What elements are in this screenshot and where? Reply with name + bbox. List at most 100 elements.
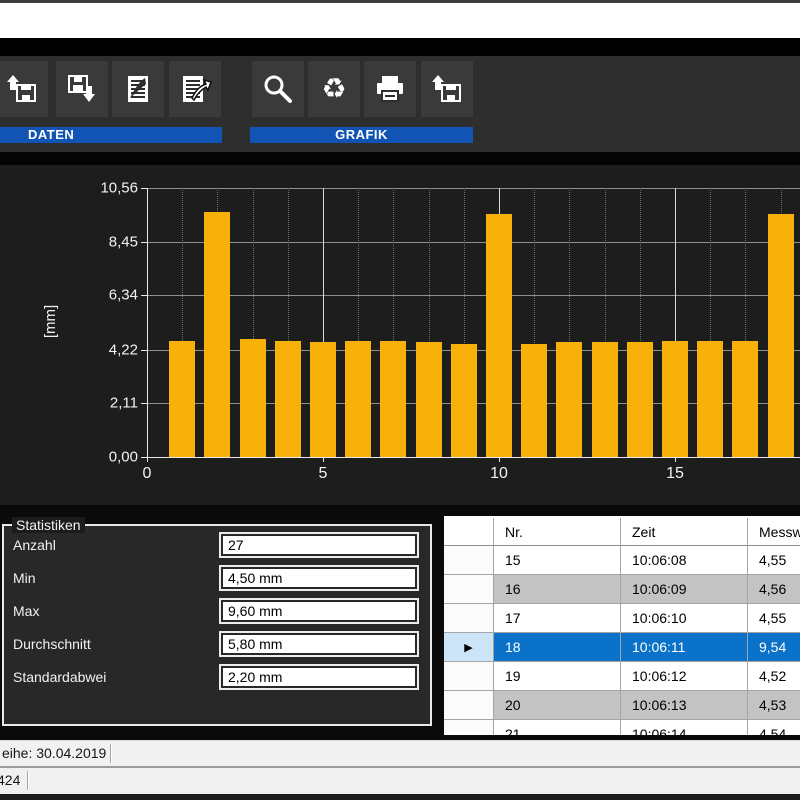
cell-nr[interactable]: 16 — [494, 575, 621, 604]
printer-icon — [373, 72, 407, 106]
table-row-17[interactable]: 1710:06:104,55 — [444, 604, 800, 633]
cell-zeit[interactable]: 10:06:12 — [621, 662, 748, 691]
column-header-nr[interactable]: Nr. — [494, 518, 621, 546]
bar-measurement-7 — [380, 341, 406, 457]
cell-messwert[interactable]: 4,55 — [748, 546, 800, 575]
cell-messwert[interactable]: 4,52 — [748, 662, 800, 691]
bar-measurement-6 — [345, 341, 371, 457]
magnifier-icon — [261, 72, 295, 106]
table-row-20[interactable]: 2010:06:134,53 — [444, 691, 800, 720]
bar-measurement-14 — [627, 342, 653, 457]
row-header-cell — [444, 575, 494, 604]
column-header-messwert[interactable]: Messwert — [748, 518, 800, 546]
stat-field-durchschnitt[interactable] — [221, 633, 417, 655]
toolbar: DATEN ♻ GRAFIK — [0, 56, 800, 152]
cell-zeit[interactable]: 10:06:14 — [621, 720, 748, 735]
cell-messwert[interactable]: 9,54 — [748, 633, 800, 662]
save-graphic-button[interactable] — [421, 61, 473, 117]
cell-zeit[interactable]: 10:06:09 — [621, 575, 748, 604]
cell-zeit[interactable]: 10:06:11 — [621, 633, 748, 662]
cell-nr[interactable]: 17 — [494, 604, 621, 633]
table-corner-cell — [444, 518, 494, 546]
cell-nr[interactable]: 20 — [494, 691, 621, 720]
y-tick-label: 0,00 — [109, 449, 138, 466]
stat-field-min[interactable] — [221, 567, 417, 589]
gridline — [147, 242, 800, 243]
stat-label-min: Min — [13, 570, 36, 586]
bar-measurement-8 — [416, 342, 442, 457]
cell-nr[interactable]: 18 — [494, 633, 621, 662]
cell-nr[interactable]: 15 — [494, 546, 621, 575]
toolbar-group-label-grafik: GRAFIK — [250, 127, 473, 143]
x-tick-label: 0 — [143, 465, 152, 483]
table-header-row: Nr.ZeitMesswert — [444, 518, 800, 546]
refresh-button[interactable]: ♻ — [308, 61, 360, 117]
x-tick-mark — [323, 457, 324, 462]
bottom-panel: Statistiken AnzahlMinMaxDurchschnittStan… — [0, 505, 800, 740]
y-tick-label: 8,45 — [109, 233, 138, 250]
bar-measurement-12 — [556, 342, 582, 457]
separator-band — [0, 152, 800, 165]
bar-measurement-11 — [521, 344, 547, 457]
window-bottom-edge — [0, 794, 800, 800]
status-bar-2: 424 — [0, 768, 800, 794]
print-button[interactable] — [364, 61, 416, 117]
cell-zeit[interactable]: 10:06:10 — [621, 604, 748, 633]
bar-measurement-9 — [451, 344, 477, 457]
x-tick-mark — [147, 457, 148, 462]
y-tick-label: 10,56 — [100, 180, 138, 197]
table-row-21[interactable]: 2110:06:144,54 — [444, 720, 800, 735]
status-separator — [27, 771, 28, 790]
y-tick-label: 6,34 — [109, 287, 138, 304]
table-row-15[interactable]: 1510:06:084,55 — [444, 546, 800, 575]
toolbar-group-label-daten: DATEN — [0, 127, 222, 143]
recycle-icon: ♻ — [321, 72, 346, 106]
cell-messwert[interactable]: 4,55 — [748, 604, 800, 633]
status-separator — [110, 744, 111, 763]
current-row-marker: ▶ — [444, 633, 494, 662]
row-header-cell — [444, 691, 494, 720]
cell-messwert[interactable]: 4,54 — [748, 720, 800, 735]
cell-nr[interactable]: 21 — [494, 720, 621, 735]
export-data-button[interactable] — [169, 61, 221, 117]
cell-messwert[interactable]: 4,53 — [748, 691, 800, 720]
y-axis — [147, 188, 148, 457]
cell-messwert[interactable]: 4,56 — [748, 575, 800, 604]
bar-measurement-2 — [204, 212, 230, 457]
stat-label-standardabwei: Standardabwei — [13, 669, 106, 685]
load-data-button[interactable] — [0, 61, 48, 117]
row-header-cell — [444, 546, 494, 575]
bar-measurement-4 — [275, 341, 301, 457]
zoom-button[interactable] — [252, 61, 304, 117]
table-row-18[interactable]: ▶1810:06:119,54 — [444, 633, 800, 662]
bar-measurement-10 — [486, 214, 512, 457]
cell-zeit[interactable]: 10:06:13 — [621, 691, 748, 720]
floppy-up-icon — [430, 72, 464, 106]
bar-measurement-5 — [310, 342, 336, 457]
table-row-16[interactable]: 1610:06:094,56 — [444, 575, 800, 604]
statistics-title: Statistiken — [12, 517, 85, 533]
stat-field-max[interactable] — [221, 600, 417, 622]
stat-field-standardabwei[interactable] — [221, 666, 417, 688]
column-header-zeit[interactable]: Zeit — [621, 518, 748, 546]
gridline — [147, 188, 800, 189]
measurement-table: Nr.ZeitMesswert1510:06:084,551610:06:094… — [444, 516, 800, 735]
stat-field-anzahl[interactable] — [221, 534, 417, 556]
document-delete-icon — [121, 72, 155, 106]
cell-nr[interactable]: 19 — [494, 662, 621, 691]
x-tick-label: 5 — [319, 465, 328, 483]
status-series-date: eihe: 30.04.2019 — [2, 745, 106, 761]
status-bar-1: eihe: 30.04.2019 — [0, 740, 800, 767]
row-header-cell — [444, 604, 494, 633]
document-export-icon — [178, 72, 212, 106]
table-row-19[interactable]: 1910:06:124,52 — [444, 662, 800, 691]
row-header-cell — [444, 720, 494, 735]
floppy-up-icon — [5, 72, 39, 106]
y-tick-label: 4,22 — [109, 341, 138, 358]
save-data-button[interactable] — [56, 61, 108, 117]
row-header-cell — [444, 662, 494, 691]
delete-data-button[interactable] — [112, 61, 164, 117]
bar-measurement-15 — [662, 341, 688, 457]
cell-zeit[interactable]: 10:06:08 — [621, 546, 748, 575]
measurement-bar-chart: 0,002,114,226,348,4510,56051015[mm] — [0, 165, 800, 505]
